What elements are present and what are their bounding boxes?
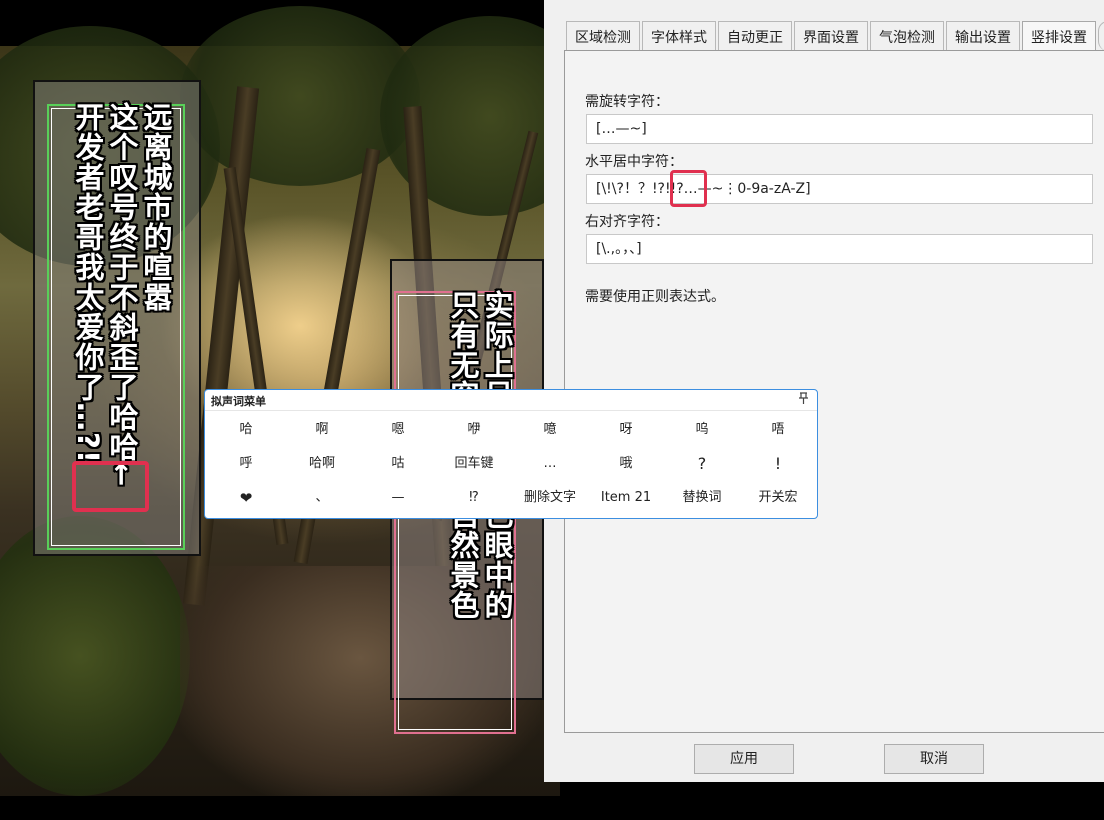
menu-item[interactable]: Item 21 [588, 484, 664, 512]
tab-auto-correct[interactable]: 自动更正 [718, 21, 792, 51]
tab-region-detect[interactable]: 区域检测 [566, 21, 640, 51]
tab-output-settings[interactable]: 输出设置 [946, 21, 1020, 51]
tab-font-style[interactable]: 字体样式 [642, 21, 716, 51]
menu-item[interactable]: 啊 [284, 416, 360, 444]
apply-button[interactable]: 应用 [694, 744, 794, 774]
hcenter-chars-label: 水平居中字符： [585, 154, 683, 170]
menu-item[interactable]: 哈啊 [284, 450, 360, 478]
menu-item[interactable]: 、 [284, 484, 360, 512]
menu-item[interactable]: ❤ [208, 484, 284, 512]
menu-item[interactable]: — [360, 484, 436, 512]
menu-item[interactable]: 替换词 [664, 484, 740, 512]
rotate-chars-input[interactable]: […—~] [586, 114, 1093, 144]
menu-item[interactable]: 呼 [208, 450, 284, 478]
menu-item[interactable]: … [512, 450, 588, 478]
right-align-chars-label: 右对齐字符： [585, 214, 669, 230]
cancel-button[interactable]: 取消 [884, 744, 984, 774]
highlight-marker [72, 461, 149, 512]
tab-bubble-detect[interactable]: 气泡检测 [870, 21, 944, 51]
right-align-chars-input[interactable]: [\.,。，、] [586, 234, 1093, 264]
vertical-text-column: 开发者老哥我太爱你了…?! [71, 102, 105, 465]
regex-hint-text: 需要使用正则表达式。 [585, 289, 725, 305]
menu-item[interactable]: 哦 [588, 450, 664, 478]
settings-tab-bar: 区域检测 字体样式 自动更正 界面设置 气泡检测 输出设置 竖排设置 [566, 21, 1104, 54]
menu-title: 拟声词菜单 [211, 395, 266, 408]
menu-item[interactable]: 咕 [360, 450, 436, 478]
menu-item[interactable]: 删除文字 [512, 484, 588, 512]
menu-item[interactable]: 呜 [664, 416, 740, 444]
menu-item[interactable]: 呀 [588, 416, 664, 444]
menu-item[interactable]: 回车键 [436, 450, 512, 478]
menu-item[interactable]: 哈 [208, 416, 284, 444]
menu-item[interactable]: ? [664, 450, 740, 478]
tab-ui-settings[interactable]: 界面设置 [794, 21, 868, 51]
vertical-text-column: 这个叹号终于不斜歪了哈哈← [105, 102, 139, 488]
hcenter-chars-input[interactable]: [\!\?！？!?!!?…—~⋮0-9a-zA-Z] [586, 174, 1093, 204]
divider [205, 410, 817, 411]
menu-item[interactable]: 咿 [436, 416, 512, 444]
tab-scroll-more[interactable] [1098, 21, 1104, 51]
menu-item[interactable]: 嗯 [360, 416, 436, 444]
menu-item[interactable]: ⁉ [436, 484, 512, 512]
rotate-chars-label: 需旋转字符： [585, 94, 669, 110]
menu-item[interactable]: ! [740, 450, 816, 478]
highlight-marker [670, 170, 707, 207]
onomatopoeia-menu: 拟声词菜单 哈 啊 嗯 咿 噫 呀 呜 唔 呼 哈啊 咕 回车键 … 哦 ? !… [204, 389, 818, 519]
pin-icon[interactable] [798, 392, 809, 407]
vertical-text-column: 远离城市的喧嚣 [139, 102, 173, 312]
menu-item[interactable]: 噫 [512, 416, 588, 444]
menu-item[interactable]: 唔 [740, 416, 816, 444]
menu-item[interactable]: 开关宏 [740, 484, 816, 512]
